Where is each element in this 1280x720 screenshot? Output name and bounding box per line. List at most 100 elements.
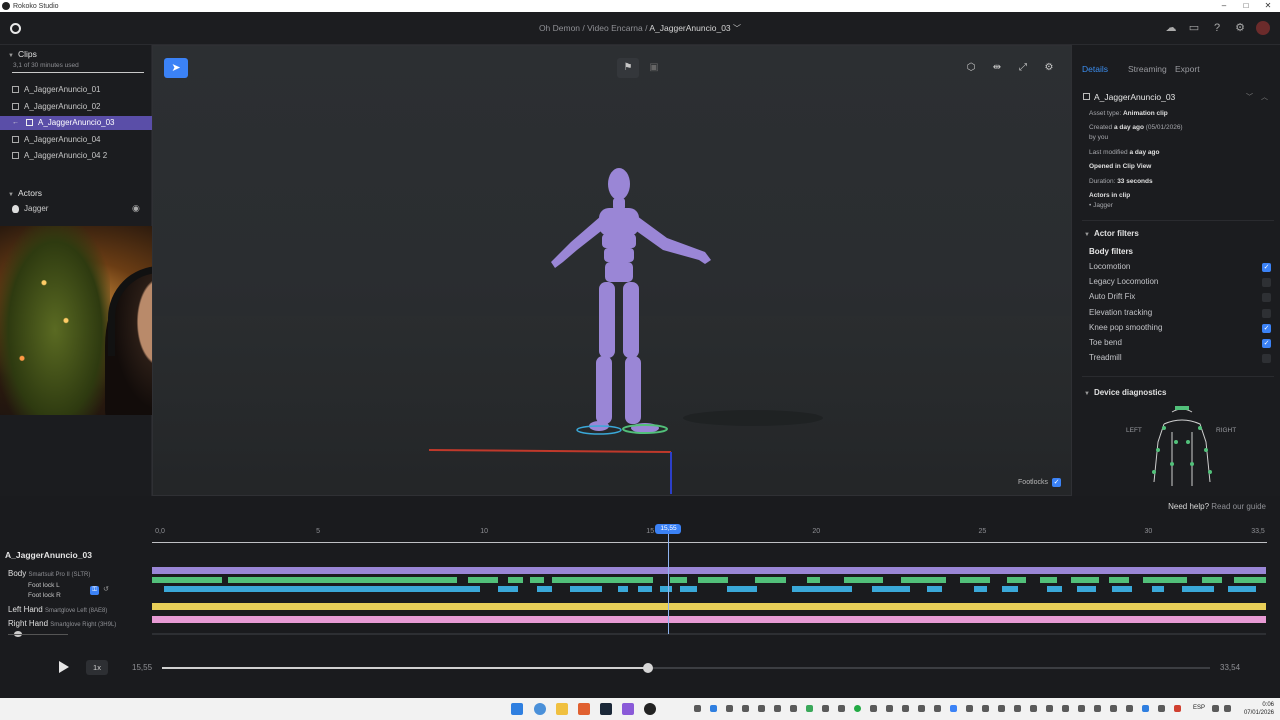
- foot-lock-r-segment[interactable]: [1152, 586, 1164, 592]
- foot-lock-l-segment[interactable]: [1071, 577, 1099, 583]
- wifi-icon[interactable]: [1212, 705, 1219, 712]
- chevron-up-icon[interactable]: ︿: [1261, 92, 1268, 102]
- tray-icon[interactable]: [758, 705, 765, 712]
- right-hand-track-bar[interactable]: [152, 616, 1266, 623]
- lock-icon[interactable]: ⚿: [90, 586, 99, 595]
- tray-icon[interactable]: [838, 705, 845, 712]
- tray-icon[interactable]: [822, 705, 829, 712]
- rokoko-taskbar-icon[interactable]: [644, 703, 656, 715]
- search-icon[interactable]: [534, 703, 546, 715]
- tray-icon[interactable]: [950, 705, 957, 712]
- breadcrumb-clip[interactable]: A_JaggerAnuncio_03: [649, 23, 730, 33]
- time-ruler[interactable]: 0,0 5 10 15 20 25 30 33,5: [152, 524, 1267, 544]
- foot-lock-r-segment[interactable]: [1002, 586, 1018, 592]
- tray-icon[interactable]: [870, 705, 877, 712]
- foot-lock-r-segment[interactable]: [974, 586, 987, 592]
- chevron-down-icon[interactable]: ﹀: [733, 24, 741, 33]
- tray-icon[interactable]: [966, 705, 973, 712]
- back-arrow-icon[interactable]: ←: [12, 116, 19, 130]
- filter-toe-bend[interactable]: Toe bend ✓: [1089, 338, 1271, 350]
- filter-checkbox[interactable]: ✓: [1262, 339, 1271, 348]
- settings-icon[interactable]: ⚙: [1233, 21, 1247, 35]
- 3d-viewport[interactable]: ➤ ⚑ ▣ ⬡ ⇹ ⤢ ⚙ Footlocks ✓: [152, 45, 1072, 496]
- foot-lock-l-segment[interactable]: [1202, 577, 1222, 583]
- foot-lock-l-segment[interactable]: [1234, 577, 1266, 583]
- actor-item[interactable]: Jagger ◉: [0, 203, 152, 217]
- clip-item[interactable]: A_JaggerAnuncio_04: [0, 133, 152, 147]
- track-label-right-hand[interactable]: Right Hand Smartglove Right (3H9L): [8, 619, 116, 628]
- foot-lock-r-segment[interactable]: [1228, 586, 1256, 592]
- foot-lock-l-segment[interactable]: [755, 577, 786, 583]
- foot-lock-r-segment[interactable]: [638, 586, 652, 592]
- scrubber[interactable]: [162, 663, 1210, 673]
- foot-lock-l-segment[interactable]: [844, 577, 883, 583]
- foot-lock-l-segment[interactable]: [530, 577, 544, 583]
- taskbar-clock[interactable]: 0:06 07/01/2026: [1244, 701, 1274, 717]
- tray-icon[interactable]: [854, 705, 861, 712]
- help-link[interactable]: Need help? Read our guide: [1168, 502, 1266, 511]
- cloud-icon[interactable]: ☁: [1164, 21, 1178, 35]
- brave-browser-icon[interactable]: [578, 703, 590, 715]
- tray-icon[interactable]: [982, 705, 989, 712]
- tray-icon[interactable]: [1158, 705, 1165, 712]
- language-indicator[interactable]: ESP: [1193, 705, 1205, 711]
- foot-lock-l-segment[interactable]: [508, 577, 523, 583]
- foot-lock-r-segment[interactable]: [570, 586, 602, 592]
- filter-knee-pop-smoothing[interactable]: Knee pop smoothing ✓: [1089, 323, 1271, 335]
- tab-export[interactable]: Export: [1175, 64, 1200, 74]
- filter-checkbox[interactable]: ✓: [1262, 324, 1271, 333]
- foot-lock-r-segment[interactable]: [1182, 586, 1214, 592]
- tray-icon[interactable]: [1094, 705, 1101, 712]
- foot-lock-l-segment[interactable]: [152, 577, 222, 583]
- tab-details[interactable]: Details: [1082, 64, 1108, 74]
- playhead-handle[interactable]: 15,55: [655, 524, 682, 534]
- tray-icon[interactable]: [774, 705, 781, 712]
- file-explorer-icon[interactable]: [556, 703, 568, 715]
- tray-icon[interactable]: [998, 705, 1005, 712]
- tray-icon[interactable]: [790, 705, 797, 712]
- foot-lock-l-segment[interactable]: [1040, 577, 1057, 583]
- foot-lock-l-segment[interactable]: [1007, 577, 1026, 583]
- tray-icon[interactable]: [1014, 705, 1021, 712]
- tray-icon[interactable]: [1110, 705, 1117, 712]
- playback-speed-button[interactable]: 1x: [86, 660, 108, 675]
- start-menu-icon[interactable]: [511, 703, 523, 715]
- foot-lock-r-segment[interactable]: [498, 586, 518, 592]
- tray-icon[interactable]: [1030, 705, 1037, 712]
- breadcrumb-project[interactable]: Oh Demon: [539, 23, 580, 33]
- foot-lock-r-segment[interactable]: [872, 586, 910, 592]
- footlocks-checkbox[interactable]: ✓: [1052, 478, 1061, 487]
- scrubber-knob[interactable]: [642, 663, 653, 673]
- tray-icon[interactable]: [886, 705, 893, 712]
- volume-icon[interactable]: [1224, 705, 1231, 712]
- foot-lock-l-segment[interactable]: [228, 577, 457, 583]
- foot-lock-r-segment[interactable]: [1047, 586, 1062, 592]
- breadcrumb-scene[interactable]: Video Encarna: [587, 23, 643, 33]
- foot-lock-l-segment[interactable]: [1143, 577, 1187, 583]
- play-button[interactable]: [59, 661, 69, 673]
- filter-treadmill[interactable]: Treadmill: [1089, 353, 1271, 365]
- device-diagnostics-title[interactable]: ▼ Device diagnostics: [1084, 388, 1166, 397]
- foot-lock-l-segment[interactable]: [960, 577, 990, 583]
- filter-elevation-tracking[interactable]: Elevation tracking: [1089, 308, 1271, 320]
- foot-lock-r-segment[interactable]: [927, 586, 942, 592]
- foot-lock-r-segment[interactable]: [660, 586, 672, 592]
- timeline[interactable]: Need help? Read our guide 0,0 5 10 15 20…: [0, 496, 1280, 646]
- tray-icon[interactable]: [710, 705, 717, 712]
- minimize-button[interactable]: –: [1212, 0, 1236, 12]
- foot-lock-l-segment[interactable]: [1109, 577, 1129, 583]
- clips-section-title[interactable]: ▼ Clips: [8, 49, 37, 59]
- foot-lock-l-segment[interactable]: [698, 577, 728, 583]
- foot-lock-l-segment[interactable]: [901, 577, 946, 583]
- tray-icon[interactable]: [806, 705, 813, 712]
- avatar[interactable]: [1256, 21, 1270, 35]
- help-guide-link[interactable]: Read our guide: [1211, 502, 1266, 511]
- foot-lock-l-segment[interactable]: [807, 577, 820, 583]
- actor-figure[interactable]: [153, 46, 1072, 496]
- steam-icon[interactable]: [600, 703, 612, 715]
- clip-item[interactable]: A_JaggerAnuncio_02: [0, 100, 152, 114]
- actor-filters-title[interactable]: ▼ Actor filters: [1084, 229, 1139, 238]
- filter-checkbox[interactable]: [1262, 278, 1271, 287]
- app-icon[interactable]: [622, 703, 634, 715]
- tray-icon[interactable]: [694, 705, 701, 712]
